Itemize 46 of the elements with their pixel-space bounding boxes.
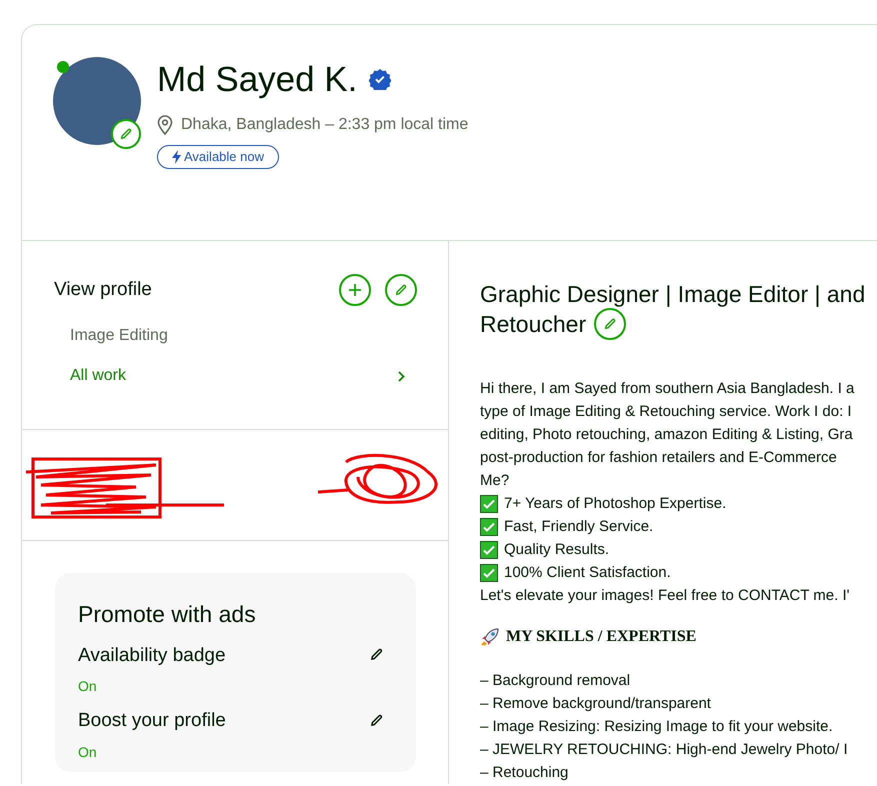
promote-title: Promote with ads: [78, 600, 257, 629]
checklist-text: 7+ Years of Photoshop Expertise.: [504, 494, 726, 514]
checklist-text: 100% Client Satisfaction.: [504, 563, 671, 583]
text-line: Let's elevate your images! Feel free to CONTACT me. I': [480, 586, 850, 606]
checklist-text: Fast, Friendly Service.: [504, 517, 654, 537]
text-line: – Background removal: [480, 671, 630, 691]
rocket-icon: [480, 627, 500, 647]
text-line: – Remove background/transparent: [480, 694, 711, 714]
chevron-right-icon: [398, 370, 405, 382]
text-line: post-production for fashion retailers and E-Commerce: [480, 448, 837, 468]
profile-title: Retoucher: [480, 310, 586, 339]
text-line: – JEWELRY RETOUCHING: High-end Jewelry Photo/ I: [480, 740, 848, 760]
status-text: On: [78, 677, 98, 696]
add-button[interactable]: [339, 274, 371, 306]
plus-icon: [348, 283, 362, 297]
status-text: On: [78, 742, 98, 762]
edit-photo-button[interactable]: [111, 119, 141, 149]
pencil-icon: [368, 712, 384, 728]
sidebar-title: View profile: [54, 278, 152, 302]
profile-title: Graphic Designer | Image Editor | and: [480, 280, 866, 309]
sidebar-item[interactable]: All work: [54, 356, 417, 396]
pencil-icon: [394, 283, 408, 297]
check-icon: [480, 494, 498, 512]
text-line: type of Image Editing & Retouching service. Work I do: I: [480, 402, 852, 422]
sidebar-item[interactable]: Image Editing: [54, 316, 417, 356]
edit-title-button[interactable]: [594, 308, 626, 340]
text-line: Me?: [480, 471, 510, 491]
skills-heading: MY SKILLS / EXPERTISE: [506, 627, 696, 647]
text-line: – Image Resizing: Resizing Image to fit your website.: [480, 717, 833, 737]
promote-item-label: Boost your profile: [78, 709, 226, 733]
text-line: Hi there, I am Sayed from southern Asia Bangladesh. I a: [480, 379, 854, 399]
pencil-icon: [603, 317, 618, 331]
availability-badge[interactable]: Available now: [157, 145, 279, 169]
location-pin-icon: [157, 115, 173, 135]
profile-name: Md Sayed K.: [157, 62, 358, 96]
pencil-icon: [368, 647, 384, 662]
location-text: Dhaka, Bangladesh – 2:33 pm local time: [181, 115, 468, 135]
text-line: editing, Photo retouching, amazon Editing & Listing, Gra: [480, 425, 853, 445]
pencil-icon: [119, 127, 133, 141]
check-icon: [480, 540, 498, 558]
text-line: – Retouching: [480, 763, 568, 783]
checklist-text: Quality Results.: [504, 540, 610, 560]
lightning-icon: [172, 150, 181, 164]
check-icon: [480, 518, 498, 536]
check-icon: [480, 564, 498, 582]
promote-item-label: Availability badge: [78, 644, 226, 668]
